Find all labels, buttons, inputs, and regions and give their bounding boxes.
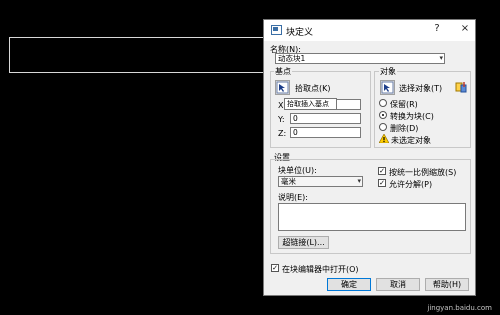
z-input[interactable]: 0	[290, 127, 361, 138]
convert-to-block-radio[interactable]	[379, 111, 387, 119]
pick-point-icon	[276, 81, 289, 94]
name-combobox[interactable]: 动态块1 ▾	[275, 53, 445, 64]
select-objects-label: 选择对象(T)	[399, 84, 443, 93]
y-label: Y:	[278, 115, 285, 124]
pick-point-tooltip: 拾取插入基点	[284, 98, 337, 110]
open-in-editor-label: 在块编辑器中打开(O)	[282, 265, 359, 274]
help-button[interactable]: 帮助(H)	[425, 278, 469, 291]
help-icon[interactable]: ?	[430, 23, 444, 34]
selection-status: 未选定对象	[391, 136, 431, 145]
chevron-down-icon[interactable]: ▾	[357, 177, 361, 186]
select-objects-icon	[381, 81, 394, 94]
base-point-label: 基点	[274, 66, 292, 77]
warning-icon	[379, 134, 389, 143]
block-unit-select[interactable]: 毫米 ▾	[278, 176, 363, 187]
quick-select-button[interactable]	[454, 80, 469, 95]
cancel-button[interactable]: 取消	[376, 278, 420, 291]
retain-radio[interactable]	[379, 99, 387, 107]
app-icon	[271, 25, 282, 35]
description-textarea[interactable]	[278, 203, 466, 231]
name-value: 动态块1	[278, 54, 306, 63]
select-objects-button[interactable]	[380, 80, 395, 95]
convert-to-block-label: 转换为块(C)	[390, 112, 434, 121]
objects-label: 对象	[379, 66, 397, 77]
uniform-scale-label: 按统一比例缩放(S)	[389, 168, 457, 177]
uniform-scale-checkbox[interactable]: ✓	[378, 167, 386, 175]
retain-label: 保留(R)	[390, 100, 418, 109]
chevron-down-icon[interactable]: ▾	[439, 54, 443, 63]
title-bar: 块定义 ? ×	[264, 20, 475, 41]
drawn-rectangle	[9, 37, 268, 73]
block-unit-label: 块单位(U):	[278, 166, 317, 175]
quick-select-icon	[455, 82, 467, 93]
hyperlink-button[interactable]: 超链接(L)...	[278, 236, 329, 249]
ok-button[interactable]: 确定	[327, 278, 371, 291]
block-unit-value: 毫米	[281, 177, 296, 186]
delete-radio[interactable]	[379, 123, 387, 131]
pick-point-button[interactable]	[275, 80, 290, 95]
open-in-editor-checkbox[interactable]: ✓	[271, 264, 279, 272]
close-icon[interactable]: ×	[458, 23, 472, 34]
delete-label: 删除(D)	[390, 124, 419, 133]
allow-explode-label: 允许分解(P)	[389, 180, 433, 189]
y-input[interactable]: 0	[290, 113, 361, 124]
z-label: Z:	[278, 129, 287, 138]
pick-point-label: 拾取点(K)	[295, 84, 331, 93]
description-label: 说明(E):	[278, 193, 308, 202]
watermark: jingyan.baidu.com	[427, 304, 492, 312]
block-definition-dialog: 块定义 ? × 名称(N): 动态块1 ▾ 基点 拾取点(K) X: Y: 0 …	[263, 19, 476, 296]
allow-explode-checkbox[interactable]: ✓	[378, 179, 386, 187]
dialog-title: 块定义	[286, 28, 314, 38]
